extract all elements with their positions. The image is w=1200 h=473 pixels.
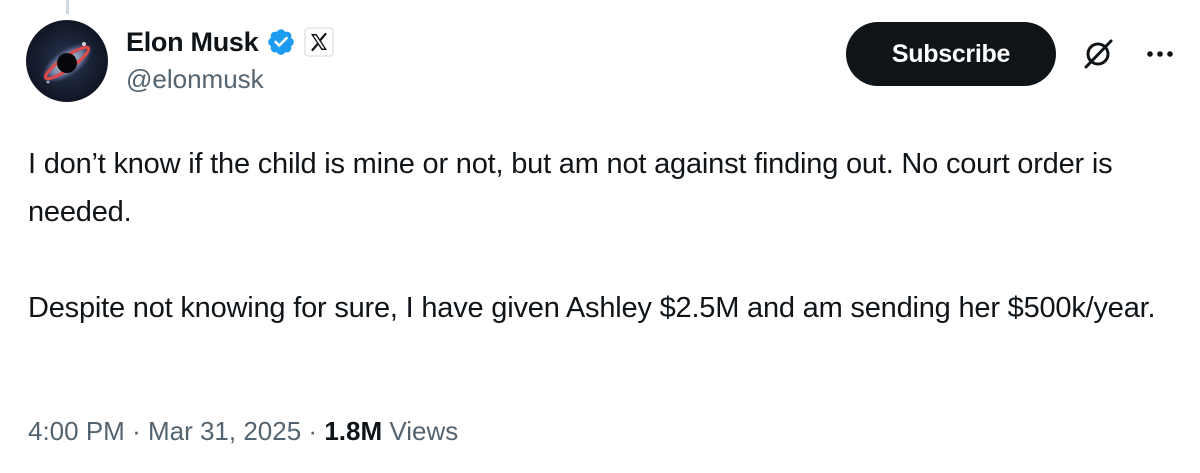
tweet-date[interactable]: Mar 31, 2025 — [148, 416, 301, 447]
subscribe-button[interactable]: Subscribe — [846, 22, 1056, 86]
tweet-time[interactable]: 4:00 PM — [28, 416, 125, 447]
views-label: Views — [389, 416, 459, 446]
meta-separator: · — [308, 416, 318, 446]
x-logo-icon[interactable] — [304, 27, 334, 57]
thread-connector-line — [66, 0, 69, 14]
views-count: 1.8M — [324, 416, 383, 446]
avatar-image — [26, 20, 108, 102]
tweet-meta: 4:00 PM · Mar 31, 2025 · 1.8M Views — [28, 416, 458, 447]
more-icon — [1147, 51, 1173, 57]
avatar[interactable] — [26, 20, 108, 102]
tweet-text: I don’t know if the child is mine or not… — [28, 140, 1188, 332]
author-display-name[interactable]: Elon Musk — [126, 27, 259, 58]
author-handle[interactable]: @elonmusk — [126, 64, 264, 95]
grok-button[interactable] — [1076, 32, 1120, 76]
meta-separator: · — [132, 416, 141, 446]
grok-icon — [1084, 39, 1113, 69]
tweet-paragraph: Despite not knowing for sure, I have giv… — [28, 292, 1156, 324]
more-options-button[interactable] — [1138, 34, 1182, 74]
verified-badge-icon[interactable] — [266, 27, 296, 57]
tweet-paragraph: I don’t know if the child is mine or not… — [28, 148, 1113, 228]
author-name-row: Elon Musk — [126, 24, 334, 60]
